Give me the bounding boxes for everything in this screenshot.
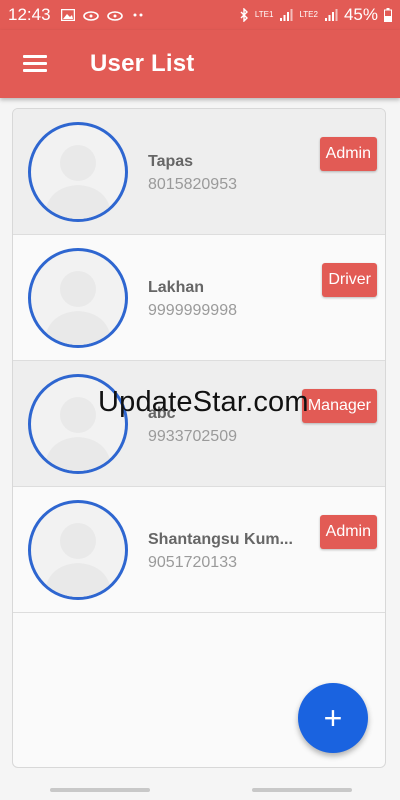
battery-icon (384, 8, 392, 22)
avatar (28, 248, 128, 348)
cloud-icon (106, 11, 123, 21)
nav-gesture-bar (252, 788, 352, 792)
signal-icon (324, 9, 338, 21)
app-bar: User List (0, 30, 400, 98)
user-list-item[interactable]: Lakhan 9999999998 Driver (13, 235, 385, 361)
image-icon (60, 9, 75, 21)
user-phone: 8015820953 (148, 176, 237, 193)
avatar (28, 500, 128, 600)
user-name: Tapas (148, 153, 194, 170)
nav-gesture-bar (50, 788, 150, 792)
dots-icon (133, 13, 143, 17)
signal-icon (280, 9, 293, 21)
user-list-item[interactable]: abc 9933702509 Manager (13, 361, 385, 487)
watermark-text: UpdateStar.com (98, 386, 309, 418)
battery-percent: 45% (343, 5, 378, 24)
user-list-item[interactable]: Tapas 8015820953 Admin (13, 109, 385, 235)
role-badge[interactable]: Admin (319, 137, 377, 171)
add-user-button[interactable]: + (298, 683, 368, 753)
user-name: Shantangsu Kum... (148, 531, 293, 548)
status-left-icons (60, 9, 145, 21)
hamburger-menu-icon[interactable] (23, 55, 47, 73)
plus-icon: + (323, 699, 343, 736)
status-right-icons: LTE1 LTE2 45% (239, 5, 392, 25)
role-badge[interactable]: Manager (301, 389, 377, 423)
page-title: User List (90, 50, 195, 77)
status-time: 12:43 (8, 5, 51, 24)
status-bar: 12:43 LTE1 LTE2 45% (0, 0, 400, 30)
user-phone: 9051720133 (148, 554, 237, 571)
person-placeholder-icon (44, 271, 112, 345)
cloud-icon (82, 11, 99, 21)
user-list-item[interactable]: Shantangsu Kum... 9051720133 Admin (13, 487, 385, 613)
person-placeholder-icon (44, 145, 112, 219)
bluetooth-icon (240, 8, 248, 22)
role-badge[interactable]: Admin (319, 515, 377, 549)
person-placeholder-icon (44, 523, 112, 597)
network-label-1: LTE1 (254, 10, 274, 19)
user-phone: 9999999998 (148, 302, 237, 319)
user-phone: 9933702509 (148, 428, 237, 445)
user-list-card: Tapas 8015820953 Admin Lakhan 9999999998… (12, 108, 386, 768)
role-badge[interactable]: Driver (322, 263, 377, 297)
avatar (28, 122, 128, 222)
user-name: Lakhan (148, 279, 205, 296)
network-label-2: LTE2 (299, 10, 318, 19)
